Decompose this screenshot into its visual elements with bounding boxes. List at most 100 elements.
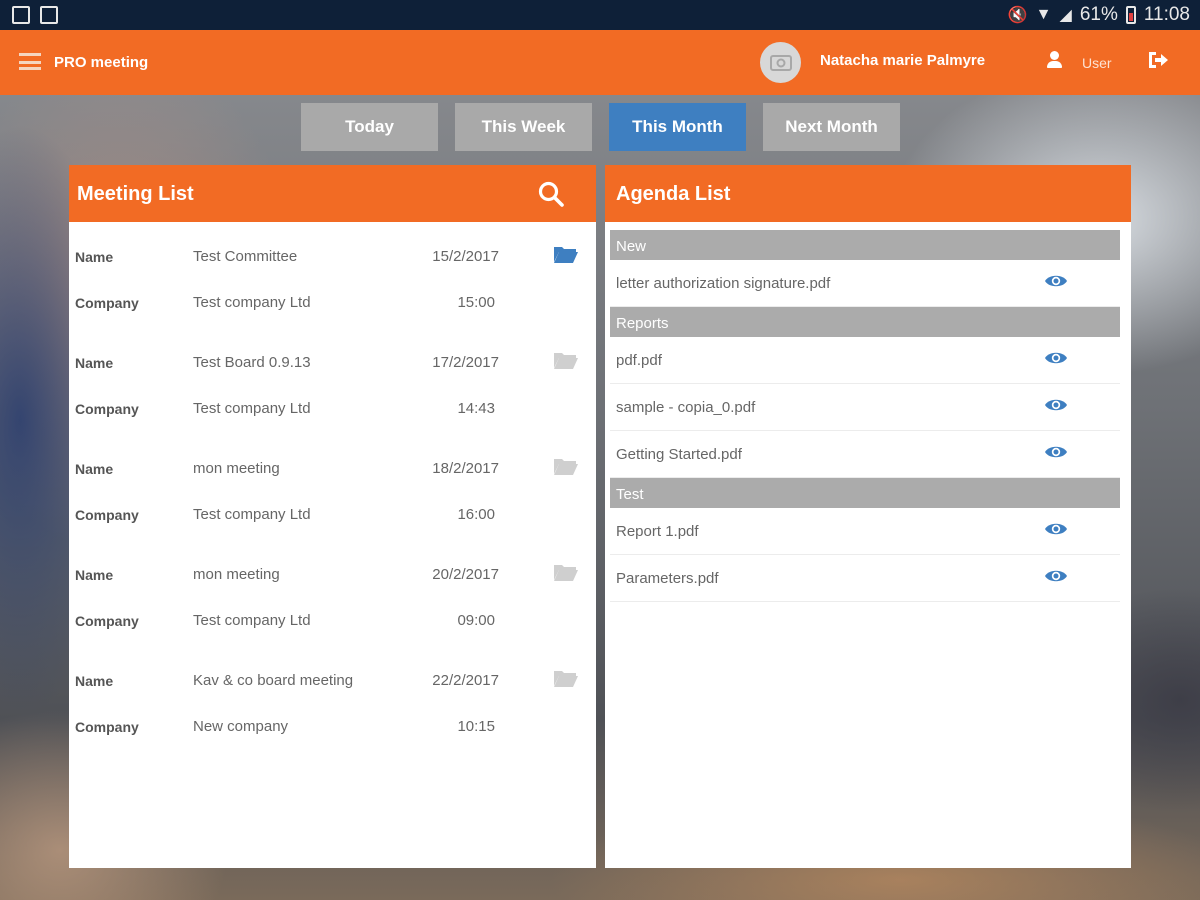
- signal-icon: ◢: [1059, 7, 1072, 24]
- meeting-date: 22/2/2017: [432, 672, 499, 689]
- name-label: Name: [75, 355, 114, 371]
- agenda-item[interactable]: Getting Started.pdf: [610, 431, 1120, 478]
- view-document-icon[interactable]: [1044, 568, 1068, 584]
- period-tabs: Today This Week This Month Next Month: [301, 103, 900, 151]
- gallery-notification-icon: [12, 6, 30, 24]
- meeting-name-row: Name mon meeting 18/2/2017: [69, 458, 596, 482]
- agenda-file-name: pdf.pdf: [616, 352, 662, 369]
- view-document-icon[interactable]: [1044, 521, 1068, 537]
- user-role-label[interactable]: User: [1082, 55, 1112, 71]
- meeting-company: Test company Ltd: [193, 400, 311, 417]
- meeting-time: 14:43: [457, 400, 495, 417]
- view-document-icon[interactable]: [1044, 444, 1068, 460]
- meeting-name-row: Name Test Board 0.9.13 17/2/2017: [69, 352, 596, 376]
- meeting-list-panel: Meeting List Name Test Committee 15/2/2017…: [69, 165, 596, 868]
- wifi-icon: ▼: [1035, 6, 1052, 23]
- meeting-date: 18/2/2017: [432, 460, 499, 477]
- meeting-list: Name Test Committee 15/2/2017 Company Test c…: [69, 222, 596, 752]
- mute-icon: 🔇: [1007, 7, 1028, 24]
- agenda-file-name: sample - copia_0.pdf: [616, 399, 756, 416]
- meeting-name: mon meeting: [193, 566, 280, 583]
- view-document-icon[interactable]: [1044, 350, 1068, 366]
- view-document-icon[interactable]: [1044, 397, 1068, 413]
- avatar[interactable]: [760, 42, 801, 83]
- meeting-company: Test company Ltd: [193, 294, 311, 311]
- meeting-name: Kav & co board meeting: [193, 672, 354, 689]
- meeting-item[interactable]: Name Kav & co board meeting 22/2/2017 Compa…: [69, 646, 596, 752]
- meeting-item[interactable]: Name mon meeting 18/2/2017 Company Test comp…: [69, 434, 596, 540]
- agenda-list: New letter authorization signature.pdf Rep…: [605, 222, 1131, 602]
- meeting-name-row: Name Kav & co board meeting 22/2/2017: [69, 670, 596, 694]
- user-icon[interactable]: [1046, 51, 1064, 71]
- company-label: Company: [75, 295, 139, 311]
- view-document-icon[interactable]: [1044, 273, 1068, 289]
- tab-this-month[interactable]: This Month: [609, 103, 746, 151]
- meeting-list-header: Meeting List: [69, 165, 596, 222]
- agenda-list-title: Agenda List: [616, 183, 731, 205]
- agenda-item[interactable]: letter authorization signature.pdf: [610, 260, 1120, 307]
- app-title: PRO meeting: [54, 54, 149, 71]
- meeting-company-row: Company Test company Ltd 16:00: [69, 504, 596, 528]
- tab-today[interactable]: Today: [301, 103, 438, 151]
- tab-this-week[interactable]: This Week: [455, 103, 592, 151]
- status-bar: 🔇 ▼ ◢ 61% 11:08: [0, 0, 1200, 30]
- meeting-item[interactable]: Name mon meeting 20/2/2017 Company Test comp…: [69, 540, 596, 646]
- agenda-section-header: New: [610, 230, 1120, 260]
- meeting-date: 15/2/2017: [432, 248, 499, 265]
- name-label: Name: [75, 461, 114, 477]
- meeting-company-row: Company Test company Ltd 09:00: [69, 610, 596, 634]
- meeting-item[interactable]: Name Test Board 0.9.13 17/2/2017 Company Tes…: [69, 328, 596, 434]
- meeting-name-row: Name Test Committee 15/2/2017: [69, 246, 596, 270]
- agenda-list-header: Agenda List: [605, 165, 1131, 222]
- meeting-name: Test Committee: [193, 248, 298, 265]
- meeting-name: mon meeting: [193, 460, 280, 477]
- folder-icon[interactable]: [553, 350, 579, 370]
- agenda-section-header: Test: [610, 478, 1120, 508]
- folder-icon[interactable]: [553, 668, 579, 688]
- name-label: Name: [75, 567, 114, 583]
- screenshot-notification-icon: [40, 6, 58, 24]
- name-label: Name: [75, 673, 114, 689]
- clock: 11:08: [1143, 4, 1190, 25]
- agenda-section-header: Reports: [610, 307, 1120, 337]
- agenda-item[interactable]: pdf.pdf: [610, 337, 1120, 384]
- meeting-name-row: Name mon meeting 20/2/2017: [69, 564, 596, 588]
- meeting-company: New company: [193, 718, 289, 735]
- agenda-item[interactable]: sample - copia_0.pdf: [610, 384, 1120, 431]
- agenda-file-name: letter authorization signature.pdf: [616, 275, 831, 292]
- meeting-time: 15:00: [457, 294, 495, 311]
- company-label: Company: [75, 719, 139, 735]
- agenda-file-name: Getting Started.pdf: [616, 446, 742, 463]
- folder-icon[interactable]: [553, 562, 579, 582]
- company-label: Company: [75, 507, 139, 523]
- menu-icon[interactable]: [19, 53, 41, 70]
- meeting-time: 16:00: [457, 506, 495, 523]
- meeting-date: 17/2/2017: [432, 354, 499, 371]
- name-label: Name: [75, 249, 114, 265]
- meeting-time: 09:00: [457, 612, 495, 629]
- tab-next-month[interactable]: Next Month: [763, 103, 900, 151]
- meeting-date: 20/2/2017: [432, 566, 499, 583]
- agenda-file-name: Parameters.pdf: [616, 570, 719, 587]
- agenda-list-panel: Agenda List New letter authorization sign…: [605, 165, 1131, 868]
- meeting-company-row: Company Test company Ltd 14:43: [69, 398, 596, 422]
- meeting-time: 10:15: [457, 718, 495, 735]
- logout-icon[interactable]: [1146, 48, 1170, 72]
- user-name: Natacha marie Palmyre: [820, 52, 986, 69]
- agenda-item[interactable]: Parameters.pdf: [610, 555, 1120, 602]
- search-icon[interactable]: [537, 180, 565, 208]
- meeting-company-row: Company Test company Ltd 15:00: [69, 292, 596, 316]
- meeting-company: Test company Ltd: [193, 612, 311, 629]
- company-label: Company: [75, 613, 139, 629]
- app-header: PRO meeting Natacha marie Palmyre User: [0, 30, 1200, 95]
- meeting-item[interactable]: Name Test Committee 15/2/2017 Company Test c…: [69, 222, 596, 328]
- folder-icon[interactable]: [553, 244, 579, 264]
- agenda-item[interactable]: Report 1.pdf: [610, 508, 1120, 555]
- meeting-company-row: Company New company 10:15: [69, 716, 596, 740]
- meeting-list-title: Meeting List: [77, 183, 194, 205]
- photo-placeholder-icon: [769, 54, 792, 71]
- meeting-company: Test company Ltd: [193, 506, 311, 523]
- folder-icon[interactable]: [553, 456, 579, 476]
- company-label: Company: [75, 401, 139, 417]
- battery-icon: [1125, 6, 1136, 24]
